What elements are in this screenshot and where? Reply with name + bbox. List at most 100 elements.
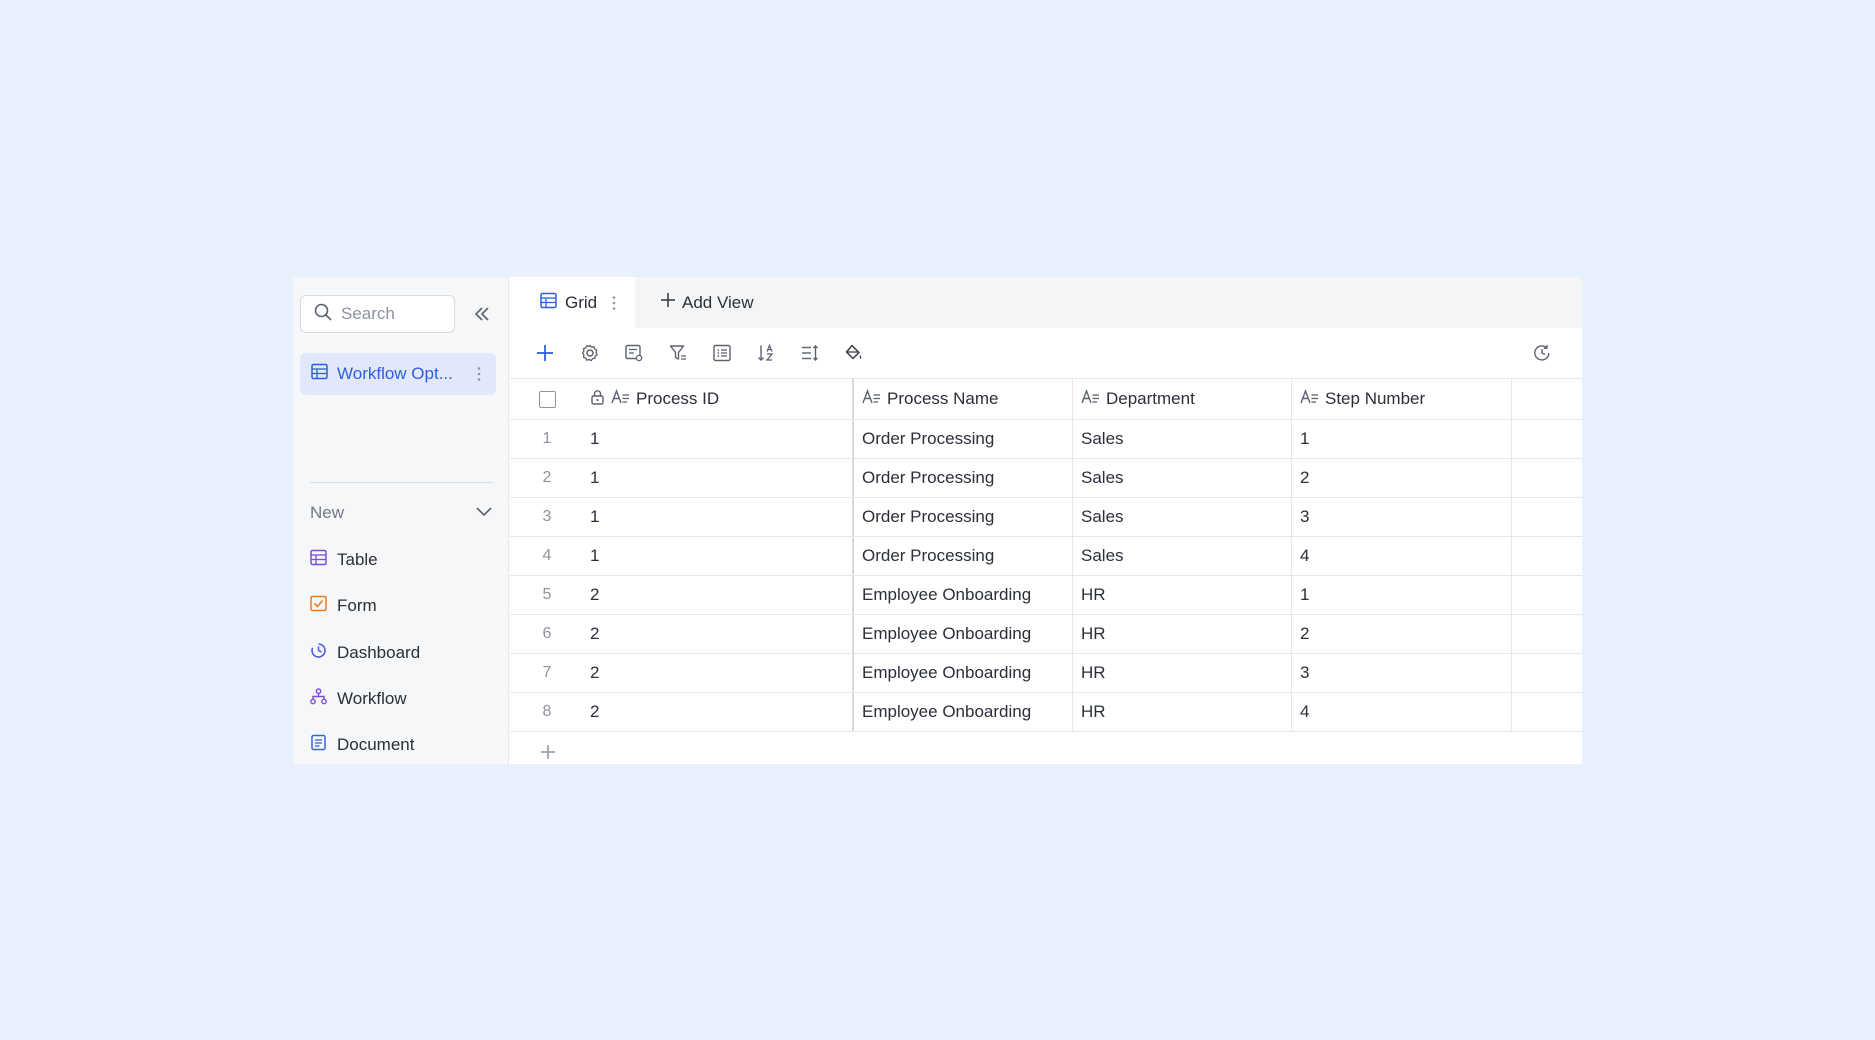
cell-department[interactable]: Sales bbox=[1073, 537, 1292, 575]
table-row[interactable]: 8 2 Employee Onboarding HR 4 bbox=[510, 693, 1582, 732]
settings-button[interactable] bbox=[578, 341, 602, 365]
document-icon bbox=[310, 734, 327, 756]
field-settings-button[interactable] bbox=[622, 341, 646, 365]
search-placeholder: Search bbox=[341, 304, 395, 323]
row-height-icon bbox=[802, 345, 818, 361]
cell-step-number[interactable]: 3 bbox=[1292, 654, 1512, 692]
cell-process-id[interactable]: 1 bbox=[584, 537, 854, 575]
add-row-button[interactable] bbox=[538, 742, 558, 762]
row-index: 3 bbox=[542, 508, 552, 525]
sidebar-item-label: Workflow Opt... bbox=[337, 364, 453, 383]
cell-process-name[interactable]: Employee Onboarding bbox=[854, 615, 1073, 653]
lock-icon bbox=[590, 389, 605, 410]
paint-bucket-icon bbox=[845, 344, 862, 360]
filter-button[interactable] bbox=[666, 341, 690, 365]
cell-process-id[interactable]: 2 bbox=[584, 693, 854, 731]
cell-department[interactable]: HR bbox=[1073, 615, 1292, 653]
cell-process-name[interactable]: Order Processing bbox=[854, 459, 1073, 497]
history-icon bbox=[1534, 345, 1550, 361]
add-view-label: Add View bbox=[682, 292, 754, 312]
create-workflow-item[interactable]: Workflow bbox=[310, 684, 407, 714]
cell-step-number[interactable]: 4 bbox=[1292, 693, 1512, 731]
table-row[interactable]: 2 1 Order Processing Sales 2 bbox=[510, 459, 1582, 498]
form-icon bbox=[310, 595, 327, 617]
row-height-button[interactable] bbox=[798, 341, 822, 365]
cell-department[interactable]: HR bbox=[1073, 654, 1292, 692]
app-window: Search Workflow Opt... New Table Form Da… bbox=[293, 277, 1582, 764]
cell-step-number[interactable]: 4 bbox=[1292, 537, 1512, 575]
create-document-item[interactable]: Document bbox=[310, 730, 414, 760]
cell-process-id[interactable]: 1 bbox=[584, 420, 854, 458]
cell-department[interactable]: Sales bbox=[1073, 498, 1292, 536]
cell-step-number[interactable]: 2 bbox=[1292, 459, 1512, 497]
cell-process-name[interactable]: Order Processing bbox=[854, 498, 1073, 536]
create-document-label: Document bbox=[337, 735, 415, 754]
sidebar-item-workflow-table[interactable]: Workflow Opt... bbox=[300, 353, 496, 395]
cell-step-number[interactable]: 3 bbox=[1292, 498, 1512, 536]
history-button[interactable] bbox=[1530, 341, 1554, 365]
collapse-sidebar-button[interactable] bbox=[471, 303, 493, 325]
grid-view-icon bbox=[540, 292, 557, 314]
tab-more-icon[interactable] bbox=[609, 293, 619, 313]
group-button[interactable] bbox=[710, 341, 734, 365]
column-header-process-id[interactable]: Process ID bbox=[584, 379, 854, 419]
create-workflow-label: Workflow bbox=[337, 689, 407, 708]
create-dashboard-item[interactable]: Dashboard bbox=[310, 638, 420, 668]
workflow-icon bbox=[310, 688, 327, 710]
cell-process-name[interactable]: Employee Onboarding bbox=[854, 576, 1073, 614]
search-input[interactable]: Search bbox=[300, 295, 455, 333]
cell-department[interactable]: HR bbox=[1073, 693, 1292, 731]
cell-process-id[interactable]: 2 bbox=[584, 576, 854, 614]
column-header-label: Process Name bbox=[887, 389, 999, 408]
row-index: 7 bbox=[542, 664, 552, 681]
table-row[interactable]: 3 1 Order Processing Sales 3 bbox=[510, 498, 1582, 537]
column-header-process-name[interactable]: Process Name bbox=[854, 379, 1073, 419]
text-field-icon bbox=[1300, 388, 1319, 410]
create-dashboard-label: Dashboard bbox=[337, 643, 421, 662]
cell-department[interactable]: HR bbox=[1073, 576, 1292, 614]
table-row[interactable]: 5 2 Employee Onboarding HR 1 bbox=[510, 576, 1582, 615]
list-group-icon bbox=[713, 344, 731, 362]
create-form-item[interactable]: Form bbox=[310, 591, 377, 621]
table-row[interactable]: 7 2 Employee Onboarding HR 3 bbox=[510, 654, 1582, 693]
cell-process-name[interactable]: Order Processing bbox=[854, 537, 1073, 575]
row-index: 4 bbox=[542, 547, 552, 564]
cell-process-id[interactable]: 1 bbox=[584, 498, 854, 536]
table-row[interactable]: 6 2 Employee Onboarding HR 2 bbox=[510, 615, 1582, 654]
cell-step-number[interactable]: 1 bbox=[1292, 576, 1512, 614]
row-index: 6 bbox=[542, 625, 552, 642]
cell-step-number[interactable]: 2 bbox=[1292, 615, 1512, 653]
sidebar-divider bbox=[310, 482, 493, 483]
select-all-checkbox[interactable] bbox=[538, 390, 556, 408]
column-header-label: Step Number bbox=[1325, 389, 1426, 408]
table-row[interactable]: 1 1 Order Processing Sales 1 bbox=[510, 420, 1582, 459]
column-header-step-number[interactable]: Step Number bbox=[1292, 379, 1512, 419]
cell-process-name[interactable]: Employee Onboarding bbox=[854, 693, 1073, 731]
cell-department[interactable]: Sales bbox=[1073, 420, 1292, 458]
create-form-label: Form bbox=[337, 596, 377, 615]
add-record-button[interactable] bbox=[533, 341, 557, 365]
gear-icon bbox=[581, 344, 598, 362]
sort-button[interactable] bbox=[754, 341, 778, 365]
filter-icon bbox=[669, 345, 686, 360]
create-table-item[interactable]: Table bbox=[310, 545, 378, 575]
column-header-label: Department bbox=[1106, 389, 1195, 408]
cell-process-id[interactable]: 1 bbox=[584, 459, 854, 497]
cell-department[interactable]: Sales bbox=[1073, 459, 1292, 497]
plus-icon bbox=[660, 292, 676, 313]
row-index: 1 bbox=[542, 430, 552, 447]
column-header-department[interactable]: Department bbox=[1073, 379, 1292, 419]
table-row[interactable]: 4 1 Order Processing Sales 4 bbox=[510, 537, 1582, 576]
grid-table-icon bbox=[311, 363, 328, 385]
tab-grid[interactable]: Grid bbox=[510, 277, 635, 328]
cell-process-id[interactable]: 2 bbox=[584, 654, 854, 692]
new-section-label: New bbox=[310, 503, 345, 522]
cell-process-id[interactable]: 2 bbox=[584, 615, 854, 653]
fill-color-button[interactable] bbox=[842, 341, 866, 365]
more-options-icon[interactable] bbox=[474, 364, 484, 384]
cell-process-name[interactable]: Employee Onboarding bbox=[854, 654, 1073, 692]
add-view-button[interactable]: Add View bbox=[660, 277, 754, 328]
new-section-toggle[interactable]: New bbox=[310, 499, 493, 527]
cell-step-number[interactable]: 1 bbox=[1292, 420, 1512, 458]
cell-process-name[interactable]: Order Processing bbox=[854, 420, 1073, 458]
